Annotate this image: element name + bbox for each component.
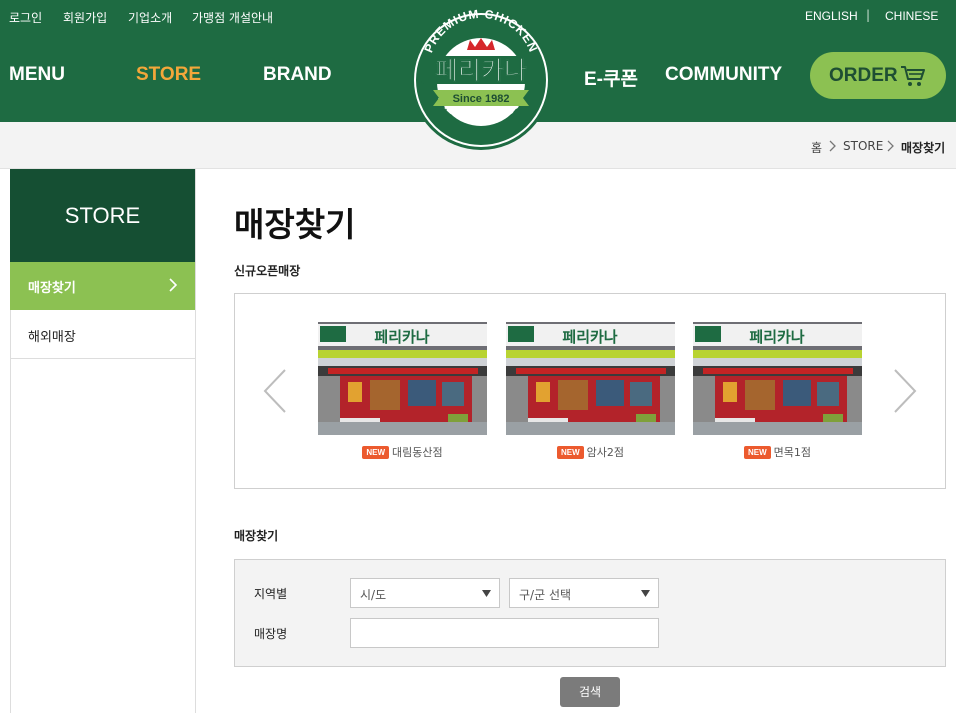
store-sign-text: 페리카나 xyxy=(374,328,429,346)
store-name: 암사2점 xyxy=(586,446,625,459)
chevron-right-icon xyxy=(169,278,178,292)
sidebar-item-store-finder[interactable]: 매장찾기 xyxy=(10,262,195,310)
english-link[interactable]: ENGLISH xyxy=(805,9,858,23)
sidebar-header: STORE xyxy=(10,169,195,262)
store-caption: NEW 대림동산점 xyxy=(318,444,487,460)
page-title: 매장찾기 xyxy=(234,205,356,244)
caret-down-icon xyxy=(641,590,650,597)
company-intro-link[interactable]: 기업소개 xyxy=(128,9,172,26)
city-select[interactable]: 시/도 xyxy=(350,578,500,608)
chinese-link[interactable]: CHINESE xyxy=(885,9,938,23)
new-badge: NEW xyxy=(556,446,584,459)
logo-ribbon: Since 1982 xyxy=(453,93,510,105)
nav-brand[interactable]: BRAND xyxy=(263,64,332,86)
login-link[interactable]: 로그인 xyxy=(9,9,42,26)
new-badge: NEW xyxy=(362,446,390,459)
store-caption: NEW 암사2점 xyxy=(506,444,675,460)
carousel-next-icon[interactable] xyxy=(892,368,918,414)
nav-menu[interactable]: MENU xyxy=(9,64,65,86)
franchise-info-link[interactable]: 가맹점 개설안내 xyxy=(192,9,273,26)
store-sign-text: 페리카나 xyxy=(749,328,804,346)
logo-brand-name: 페리카나 xyxy=(435,56,527,85)
order-button[interactable]: ORDER xyxy=(810,52,946,99)
chevron-right-icon xyxy=(829,140,836,152)
nav-e-coupon[interactable]: E-쿠폰 xyxy=(584,64,638,91)
site-logo[interactable]: PREMIUM CHICKEN FRESH& DELICIOUS 페리카나 Si… xyxy=(407,0,555,160)
sidebar-item-label: 매장찾기 xyxy=(28,281,76,296)
store-caption: NEW 면목1점 xyxy=(693,444,862,460)
store-search-heading: 매장찾기 xyxy=(234,529,279,543)
store-photo: 페리카나 xyxy=(693,322,862,435)
sidebar-item-overseas-stores[interactable]: 해외매장 xyxy=(10,310,195,359)
district-select[interactable]: 구/군 선택 xyxy=(509,578,659,608)
caret-down-icon xyxy=(482,590,491,597)
breadcrumb-home[interactable]: 홈 xyxy=(811,139,822,156)
search-button[interactable]: 검색 xyxy=(560,677,620,707)
store-photo: 페리카나 xyxy=(506,322,675,435)
store-name: 대림동산점 xyxy=(392,446,443,459)
sidebar-item-label: 해외매장 xyxy=(28,330,76,345)
new-stores-heading: 신규오픈매장 xyxy=(234,264,301,278)
store-name: 면목1점 xyxy=(773,446,812,459)
breadcrumb-current: 매장찾기 xyxy=(901,141,946,155)
cart-icon xyxy=(901,66,925,86)
new-badge: NEW xyxy=(743,446,771,459)
chevron-right-icon xyxy=(887,140,894,152)
sidebar-title: STORE xyxy=(64,203,141,228)
breadcrumb-store[interactable]: STORE xyxy=(843,139,883,153)
city-select-value: 시/도 xyxy=(360,588,387,602)
nav-store[interactable]: STORE xyxy=(136,64,201,86)
store-name-label: 매장명 xyxy=(254,627,288,641)
store-photo: 페리카나 xyxy=(318,322,487,435)
order-button-label: ORDER xyxy=(829,65,898,86)
district-select-value: 구/군 선택 xyxy=(519,588,572,602)
signup-link[interactable]: 회원가입 xyxy=(63,9,107,26)
nav-community[interactable]: COMMUNITY xyxy=(665,64,782,86)
language-separator: | xyxy=(866,8,871,22)
store-search-form xyxy=(234,559,946,667)
store-sign-text: 페리카나 xyxy=(562,328,617,346)
region-label: 지역별 xyxy=(254,587,288,601)
store-name-input[interactable] xyxy=(350,618,659,648)
carousel-prev-icon[interactable] xyxy=(262,368,288,414)
logo-emblem: PREMIUM CHICKEN FRESH& DELICIOUS 페리카나 Si… xyxy=(411,7,551,150)
